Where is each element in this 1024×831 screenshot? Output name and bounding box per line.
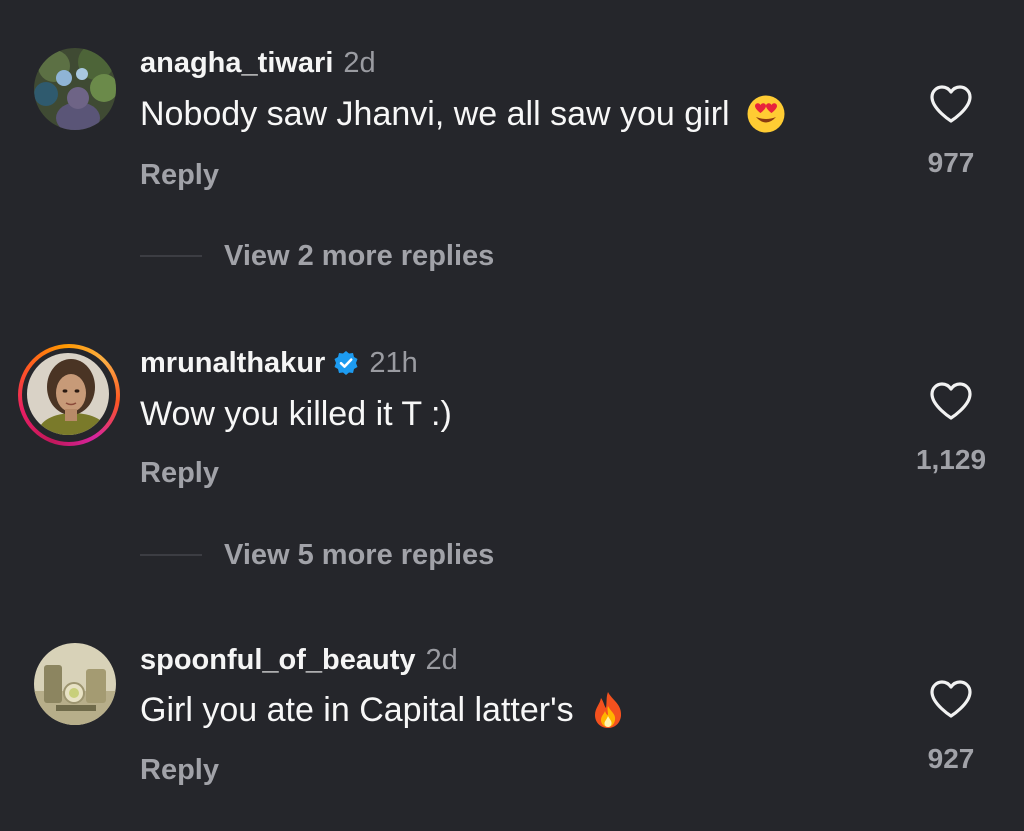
comment-text-row: Wow you killed it T :)	[140, 394, 452, 434]
comment-meta: spoonful_of_beauty 2d	[140, 643, 458, 677]
comment-time: 21h	[369, 347, 418, 379]
username[interactable]: anagha_tiwari	[140, 46, 333, 80]
reply-button[interactable]: Reply	[140, 753, 219, 787]
comment-meta: anagha_tiwari 2d	[140, 46, 376, 80]
view-more-replies-label: View 5 more replies	[224, 539, 495, 571]
fire-emoji-icon	[594, 692, 621, 728]
view-more-replies-label: View 2 more replies	[224, 240, 495, 272]
heart-icon[interactable]	[929, 381, 973, 421]
like-count: 977	[927, 147, 975, 178]
like-count: 1,129	[915, 444, 987, 475]
heart-eyes-emoji-icon	[747, 95, 785, 133]
avatar	[27, 353, 109, 435]
comment-text-row: Nobody saw Jhanvi, we all saw you girl	[140, 94, 786, 134]
like-count: 927	[927, 743, 975, 774]
comment-text-row: Girl you ate in Capital latter's	[140, 690, 628, 730]
avatar[interactable]	[34, 48, 116, 130]
comment-time: 2d	[343, 47, 376, 79]
verified-badge-icon	[334, 351, 358, 375]
heart-icon[interactable]	[929, 679, 973, 719]
comment-text: Girl you ate in Capital latter's	[140, 691, 574, 729]
divider	[140, 554, 202, 556]
divider	[140, 255, 202, 257]
comment-text: Wow you killed it T :)	[140, 395, 452, 433]
username[interactable]: spoonful_of_beauty	[140, 643, 416, 677]
view-more-replies-button[interactable]: View 2 more replies	[140, 239, 494, 273]
story-ring[interactable]	[18, 344, 120, 446]
heart-icon[interactable]	[929, 84, 973, 124]
reply-button[interactable]: Reply	[140, 456, 219, 490]
view-more-replies-button[interactable]: View 5 more replies	[140, 538, 494, 572]
comment-text: Nobody saw Jhanvi, we all saw you girl	[140, 95, 730, 133]
reply-button[interactable]: Reply	[140, 158, 219, 192]
comment-time: 2d	[425, 644, 458, 676]
comment-meta: mrunalthakur 21h	[140, 346, 418, 380]
avatar[interactable]	[34, 643, 116, 725]
username[interactable]: mrunalthakur	[140, 346, 325, 380]
